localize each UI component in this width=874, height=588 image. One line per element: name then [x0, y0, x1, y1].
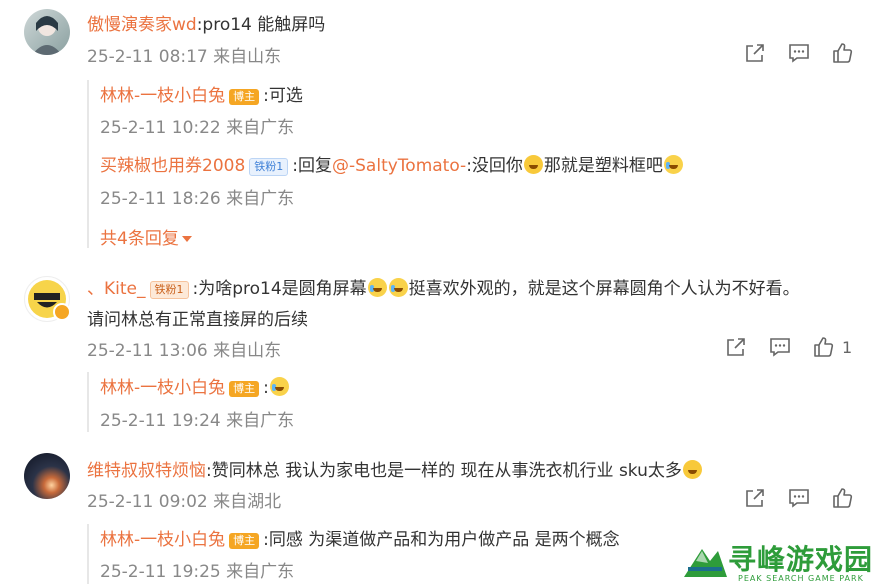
avatar[interactable] — [24, 453, 70, 499]
reply-text: :没回你 — [466, 156, 523, 176]
like-icon[interactable] — [831, 42, 853, 64]
reply-text: :可选 — [263, 86, 303, 106]
reply-meta: 25-2-11 10:22 来自广东 — [100, 118, 295, 138]
comment-text: :赞同林总 我认为家电也是一样的 现在从事洗衣机行业 sku太多 — [206, 461, 682, 481]
like-icon[interactable] — [831, 487, 853, 509]
reply-username[interactable]: 林林-一枝小白兔 — [100, 86, 225, 106]
emoji-icon — [663, 155, 683, 174]
comment-text: :pro14 能触屏吗 — [196, 15, 326, 35]
comment-icon[interactable] — [769, 336, 791, 358]
comment-meta: 25-2-11 08:17 来自山东 — [87, 47, 282, 67]
reply-text: :回复 — [292, 156, 332, 176]
username[interactable]: 傲慢演奏家wd — [87, 15, 197, 35]
reply-text: : — [263, 378, 269, 398]
reply-meta: 25-2-11 19:24 来自广东 — [100, 411, 295, 431]
comment-header: 、Kite_ 铁粉1:为啥pro14是圆角屏幕 挺喜欢外观的，就是这个屏幕圆角个人认… — [87, 274, 800, 299]
emoji-icon — [388, 278, 408, 297]
host-badge: 博主 — [229, 380, 260, 397]
comment-icon[interactable] — [788, 42, 810, 64]
username[interactable]: 维特叔叔特烦恼 — [87, 461, 206, 481]
host-badge: 博主 — [229, 532, 260, 549]
watermark-subtitle: PEAK SEARCH GAME PARK — [738, 574, 864, 583]
comment-icon[interactable] — [788, 487, 810, 509]
reply-meta: 25-2-11 19:25 来自广东 — [100, 562, 295, 582]
comment-meta: 25-2-11 13:06 来自山东 — [87, 341, 282, 361]
reply-username[interactable]: 林林-一枝小白兔 — [100, 378, 225, 398]
share-icon[interactable] — [725, 336, 747, 358]
emoji-icon — [523, 155, 543, 174]
comment-header: 维特叔叔特烦恼:赞同林总 我认为家电也是一样的 现在从事洗衣机行业 sku太多 — [87, 456, 703, 481]
emoji-icon — [269, 377, 289, 396]
share-icon[interactable] — [744, 42, 766, 64]
comment-header: 傲慢演奏家wd:pro14 能触屏吗 — [87, 10, 325, 35]
like-icon[interactable] — [812, 336, 834, 358]
reply-meta: 25-2-11 18:26 来自广东 — [100, 189, 295, 209]
comment-meta: 25-2-11 09:02 来自湖北 — [87, 492, 282, 512]
reply-thread-line — [87, 524, 89, 584]
fan-badge: 铁粉1 — [249, 157, 289, 176]
emoji-icon — [682, 460, 702, 479]
emoji-icon — [367, 278, 387, 297]
like-count: 1 — [842, 338, 853, 357]
reply-thread-line — [87, 80, 89, 248]
reply-username[interactable]: 买辣椒也用券2008 — [100, 156, 245, 176]
host-badge: 博主 — [229, 88, 260, 105]
comment-text: :为啥pro14是圆角屏幕 — [192, 279, 367, 299]
comment-text: 挺喜欢外观的，就是这个屏幕圆角个人认为不好看。 — [408, 279, 800, 299]
reply-thread-line — [87, 372, 89, 432]
mention-link[interactable]: @-SaltyTomato- — [332, 156, 466, 176]
comment-text-line2: 请问林总有正常直接屏的后续 — [87, 310, 308, 330]
avatar[interactable] — [24, 9, 70, 55]
reply-header: 买辣椒也用券2008 铁粉1:回复@-SaltyTomato-:没回你 那就是塑料框… — [100, 151, 684, 176]
reply-header: 林林-一枝小白兔 博主:可选 — [100, 81, 303, 106]
reply-header: 林林-一枝小白兔 博主:同感 为渠道做产品和为用户做产品 是两个概念 — [100, 525, 620, 550]
reply-text: :同感 为渠道做产品和为用户做产品 是两个概念 — [263, 530, 620, 550]
fan-badge: 铁粉1 — [149, 280, 189, 299]
share-icon[interactable] — [744, 487, 766, 509]
more-replies-link[interactable]: 共4条回复 — [100, 224, 192, 249]
username[interactable]: 、Kite_ — [87, 279, 146, 299]
more-replies-label: 共4条回复 — [100, 229, 179, 249]
watermark-title: 寻峰游戏园 — [728, 543, 874, 576]
verified-icon — [53, 303, 71, 321]
reply-username[interactable]: 林林-一枝小白兔 — [100, 530, 225, 550]
watermark-logo — [682, 537, 728, 583]
reply-text: 那就是塑料框吧 — [543, 156, 663, 176]
caret-down-icon — [181, 236, 192, 242]
reply-header: 林林-一枝小白兔 博主: — [100, 373, 290, 398]
